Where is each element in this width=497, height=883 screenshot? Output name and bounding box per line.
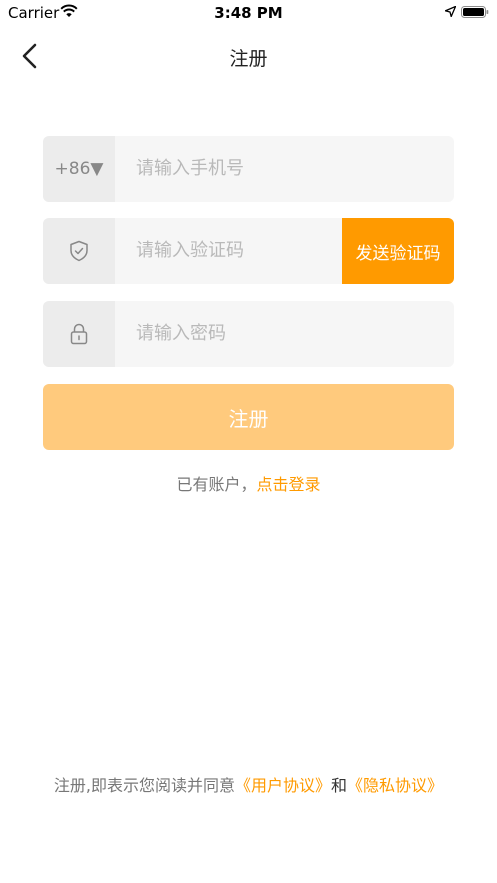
login-link[interactable]: 点击登录 <box>257 475 321 494</box>
password-icon-box <box>43 301 115 367</box>
register-button[interactable]: 注册 <box>43 384 454 450</box>
lock-icon <box>70 323 88 345</box>
user-agreement-link[interactable]: 《用户协议》 <box>235 776 331 795</box>
login-prompt-text: 已有账户， <box>176 475 257 494</box>
login-prompt: 已有账户，点击登录 <box>0 471 497 495</box>
country-code-select[interactable]: +86▼ <box>43 136 115 202</box>
password-row <box>43 301 454 367</box>
agreement-text: 注册,即表示您阅读并同意《用户协议》和《隐私协议》 <box>0 772 497 796</box>
verification-code-input[interactable] <box>136 218 356 284</box>
status-time: 3:48 PM <box>214 4 283 22</box>
send-code-button[interactable]: 发送验证码 <box>342 218 454 284</box>
password-input[interactable] <box>136 301 436 367</box>
agreement-and: 和 <box>331 776 348 795</box>
status-bar: Carrier 3:48 PM <box>0 0 497 26</box>
page-title: 注册 <box>229 48 268 70</box>
battery-icon <box>461 6 489 18</box>
agreement-prefix: 注册,即表示您阅读并同意 <box>53 776 236 795</box>
phone-input[interactable] <box>136 136 436 202</box>
phone-row: +86▼ <box>43 136 454 202</box>
code-row: 发送验证码 <box>43 218 454 284</box>
code-icon-box <box>43 218 115 284</box>
shield-check-icon <box>70 240 88 262</box>
privacy-policy-link[interactable]: 《隐私协议》 <box>347 776 443 795</box>
location-icon <box>445 6 456 17</box>
